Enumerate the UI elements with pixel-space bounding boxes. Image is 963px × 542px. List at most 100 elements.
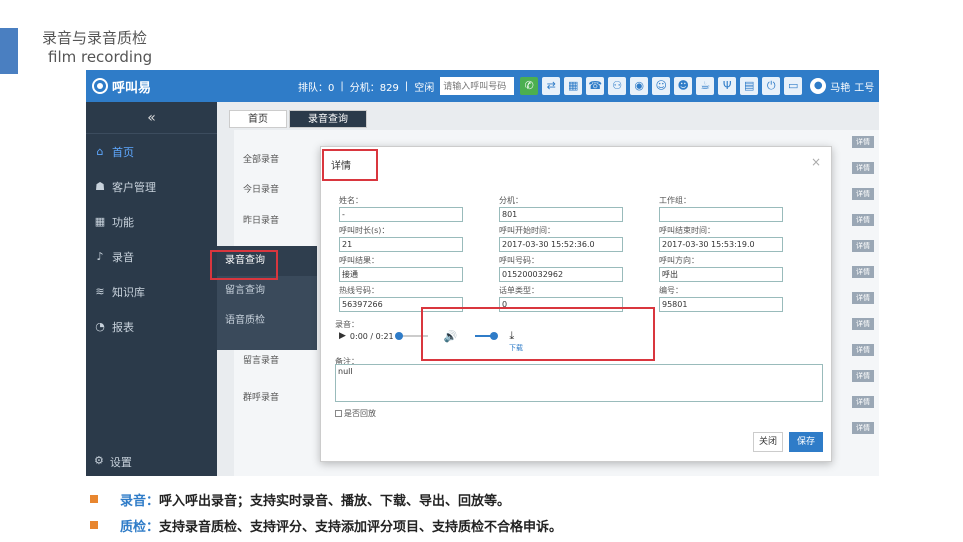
row-label-all[interactable]: 全部录音 [243, 152, 279, 165]
detail-button[interactable]: 详情 [852, 422, 874, 434]
book-icon[interactable]: ▤ [740, 77, 759, 95]
close-icon[interactable]: × [811, 155, 821, 169]
field-label: 话单类型： [499, 286, 539, 295]
bullet-key: 录音： [120, 493, 160, 509]
agent-icon[interactable]: ☺ [652, 77, 671, 95]
field-input[interactable]: 2017-03-30 15:52:36.0 [499, 237, 623, 252]
submenu-message-query[interactable]: 留言查询 [217, 276, 317, 306]
bullet-quality: 质检： 支持录音质检、支持评分、支持添加评分项目、支持质检不合格申诉。 [90, 512, 950, 538]
sidebar-item-customers[interactable]: ☗ 客户管理 [86, 169, 217, 204]
field-label: 热线号码： [339, 286, 379, 295]
logo-icon [92, 78, 108, 94]
sidebar-item-functions[interactable]: ▦ 功能 [86, 204, 217, 239]
slide-accent-bar [0, 28, 18, 74]
power-icon[interactable]: ⏻ [762, 77, 781, 95]
sidebar-item-recording[interactable]: ♪ 录音 [86, 239, 217, 274]
layers-icon: ≋ [95, 285, 105, 298]
broadcast-icon[interactable]: ◉ [630, 77, 649, 95]
detail-button[interactable]: 详情 [852, 240, 874, 252]
detail-button[interactable]: 详情 [852, 318, 874, 330]
highlight-box-title [322, 149, 378, 181]
field-input[interactable]: 接通 [339, 267, 463, 282]
dial-input[interactable] [440, 77, 515, 95]
detail-button[interactable]: 详情 [852, 344, 874, 356]
slide: 录音与录音质检 film recording 呼叫易 排队：0 | 分机：829… [0, 0, 963, 542]
agent-state[interactable]: 空闲 [414, 79, 434, 94]
sidebar-item-label: 报表 [112, 320, 134, 334]
field-label: 呼叫号码： [499, 256, 539, 265]
transfer-icon[interactable]: ⇄ [542, 77, 561, 95]
sidebar-item-label: 设置 [109, 456, 132, 469]
tab-bar: 首页 录音查询 [229, 110, 367, 128]
field-input[interactable]: 015200032962 [499, 267, 623, 282]
field-input[interactable]: - [339, 207, 463, 222]
seek-knob[interactable] [394, 332, 403, 340]
avatar-icon: ● [810, 78, 827, 94]
user-name: 马艳 [830, 82, 851, 94]
sidebar-item-home[interactable]: ⌂ 首页 [86, 134, 217, 169]
detail-button[interactable]: 详情 [852, 214, 874, 226]
detail-button[interactable]: 详情 [852, 396, 874, 408]
conference-icon[interactable]: ⚇ [608, 77, 627, 95]
field-input[interactable] [659, 207, 783, 222]
row-label-today[interactable]: 今日录音 [243, 182, 279, 195]
detail-button[interactable]: 详情 [852, 266, 874, 278]
field-label: 呼叫时长(s)： [339, 226, 390, 235]
call-out-icon[interactable]: ☎ [586, 77, 605, 95]
close-button[interactable]: 关闭 [753, 432, 783, 452]
field-input[interactable]: 21 [339, 237, 463, 252]
bullet-recording: 录音： 呼入呼出录音；支持实时录音、播放、下载、导出、回放等。 [90, 486, 950, 512]
row-label-message[interactable]: 留言录音 [243, 353, 279, 366]
tab-home[interactable]: 首页 [229, 110, 287, 128]
field-input[interactable]: 801 [499, 207, 623, 222]
meal-icon[interactable]: Ψ [718, 77, 737, 95]
field-input[interactable]: 95801 [659, 297, 783, 312]
field-name: 姓名： - [339, 195, 463, 222]
audio-time: 0:00 / 0:21 [349, 331, 394, 341]
coffee-icon[interactable]: ☕ [696, 77, 715, 95]
highlight-box-submenu [210, 250, 278, 280]
detail-button[interactable]: 详情 [852, 162, 874, 174]
field-input[interactable]: 呼出 [659, 267, 783, 282]
user-icon[interactable]: ☻ [674, 77, 693, 95]
sidebar-collapse-button[interactable]: « [86, 102, 217, 134]
field-label: 姓名： [339, 196, 363, 205]
field-call-direction: 呼叫方向： 呼出 [659, 255, 783, 282]
status-area: 排队：0 | 分机：829 | 空闲 [298, 77, 515, 95]
sidebar-item-settings[interactable]: ⚙ 设置 [94, 454, 132, 470]
save-button[interactable]: 保存 [789, 432, 823, 452]
checkbox-label: 是否回放 [344, 409, 376, 418]
phone-icon[interactable]: ✆ [520, 77, 539, 95]
sidebar-item-label: 知识库 [112, 285, 145, 299]
user-menu[interactable]: ● 马艳 工号 [810, 78, 874, 94]
app-screenshot: 呼叫易 排队：0 | 分机：829 | 空闲 ✆ ⇄ ▦ ☎ ⚇ ◉ ☺ ☻ ☕… [86, 70, 879, 476]
monitor-icon[interactable]: ▭ [784, 77, 803, 95]
sidebar: « ⌂ 首页 ☗ 客户管理 ▦ 功能 ♪ 录音 ≋ 知识库 ◔ 报表 ⚙ 设置 [86, 102, 217, 476]
keypad-icon[interactable]: ▦ [564, 77, 583, 95]
field-duration: 呼叫时长(s)： 21 [339, 225, 463, 252]
playback-checkbox[interactable] [335, 410, 342, 417]
bullet-text: 支持录音质检、支持评分、支持添加评分项目、支持质检不合格申诉。 [159, 519, 563, 535]
field-call-number: 呼叫号码： 015200032962 [499, 255, 623, 282]
field-call-result: 呼叫结果： 接通 [339, 255, 463, 282]
tab-recording-query[interactable]: 录音查询 [289, 110, 367, 128]
play-icon[interactable]: ▶ [339, 331, 346, 341]
top-bar: 呼叫易 排队：0 | 分机：829 | 空闲 ✆ ⇄ ▦ ☎ ⚇ ◉ ☺ ☻ ☕… [86, 70, 879, 102]
bullet-square-icon [90, 521, 98, 529]
feature-bullets: 录音： 呼入呼出录音；支持实时录音、播放、下载、导出、回放等。 质检： 支持录音… [90, 486, 950, 538]
detail-button[interactable]: 详情 [852, 370, 874, 382]
row-label-yesterday[interactable]: 昨日录音 [243, 213, 279, 226]
submenu-voice-qc[interactable]: 语音质检 [217, 306, 317, 336]
sidebar-item-knowledge[interactable]: ≋ 知识库 [86, 274, 217, 309]
playback-checkbox-row[interactable]: 是否回放 [335, 408, 376, 419]
field-label: 呼叫结果： [339, 256, 379, 265]
sidebar-item-reports[interactable]: ◔ 报表 [86, 309, 217, 344]
field-input[interactable]: 2017-03-30 15:53:19.0 [659, 237, 783, 252]
toolbar: ✆ ⇄ ▦ ☎ ⚇ ◉ ☺ ☻ ☕ Ψ ▤ ⏻ ▭ [520, 77, 803, 95]
detail-button[interactable]: 详情 [852, 136, 874, 148]
row-label-group-call[interactable]: 群呼录音 [243, 390, 279, 403]
detail-button[interactable]: 详情 [852, 188, 874, 200]
detail-button[interactable]: 详情 [852, 292, 874, 304]
remark-textarea[interactable]: null [335, 364, 823, 402]
field-label: 呼叫结束时间： [659, 226, 715, 235]
